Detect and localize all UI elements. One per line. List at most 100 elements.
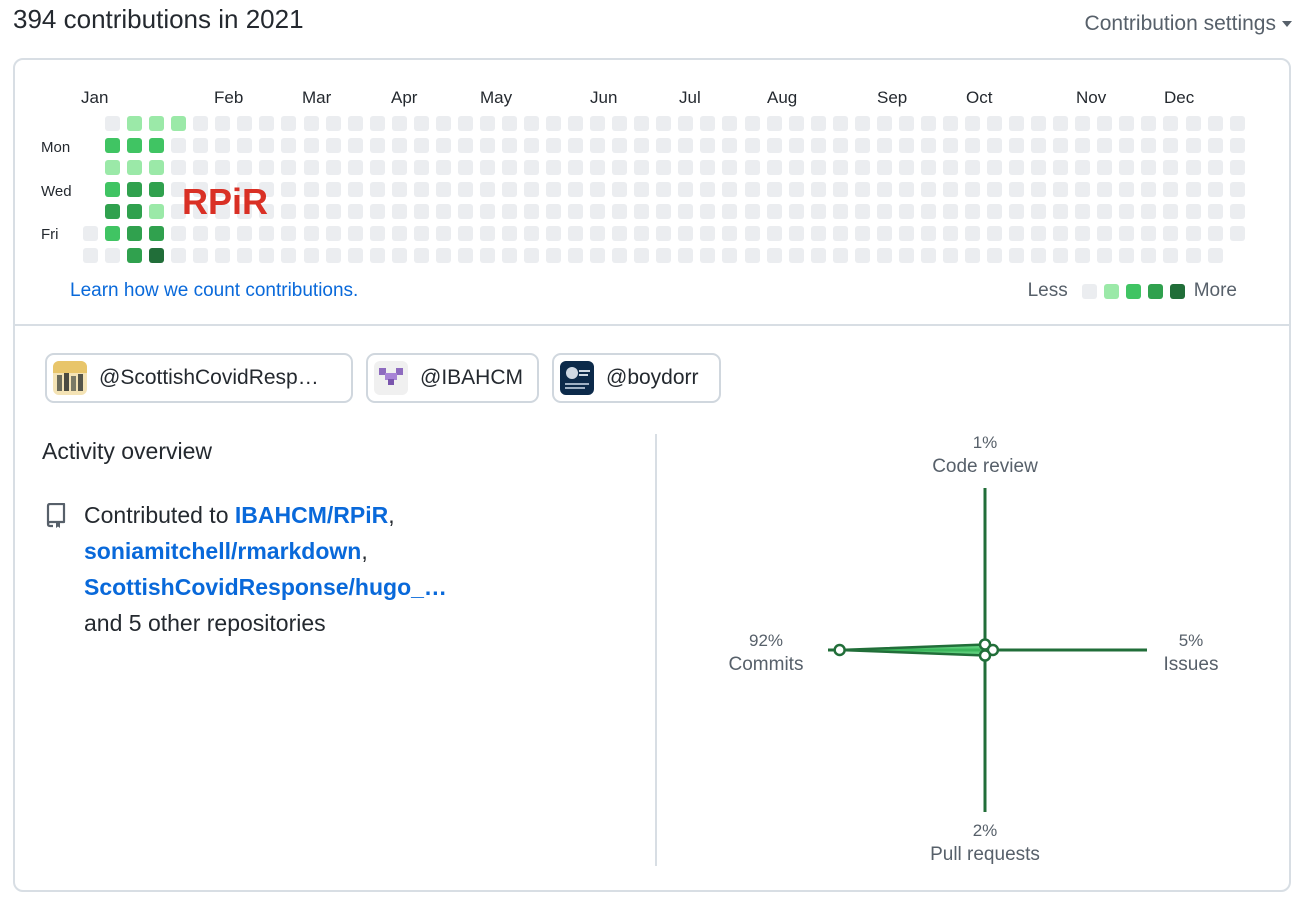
contribution-day-cell[interactable] <box>524 248 539 264</box>
contribution-day-cell[interactable] <box>1185 248 1201 264</box>
contribution-day-cell[interactable] <box>612 226 628 242</box>
contribution-day-cell[interactable] <box>1185 116 1201 131</box>
contribution-day-cell[interactable] <box>1229 116 1245 131</box>
contribution-day-cell[interactable] <box>347 248 363 264</box>
contribution-day-cell[interactable] <box>568 160 584 176</box>
contribution-day-cell[interactable] <box>369 182 385 198</box>
contribution-day-cell[interactable] <box>656 160 672 176</box>
contribution-day-cell[interactable] <box>215 248 231 264</box>
contribution-day-cell[interactable] <box>744 160 760 176</box>
contribution-day-cell[interactable] <box>876 182 892 198</box>
contribution-day-cell[interactable] <box>457 182 473 198</box>
contribution-day-cell[interactable] <box>237 248 253 264</box>
contribution-day-cell[interactable] <box>479 160 495 176</box>
contribution-day-cell[interactable] <box>1163 226 1179 242</box>
contribution-day-cell[interactable] <box>501 248 517 264</box>
contribution-day-cell[interactable] <box>259 160 275 176</box>
contribution-day-cell[interactable] <box>634 248 650 264</box>
contribution-day-cell[interactable] <box>259 226 275 242</box>
contribution-day-cell[interactable] <box>612 160 628 176</box>
contribution-day-cell[interactable] <box>391 204 407 220</box>
contribution-day-cell[interactable] <box>1229 204 1245 220</box>
contribution-day-cell[interactable] <box>1207 182 1223 198</box>
contribution-day-cell[interactable] <box>391 116 407 131</box>
contribution-day-cell[interactable] <box>1075 248 1091 264</box>
contribution-day-cell[interactable] <box>1075 160 1091 176</box>
contribution-day-cell[interactable] <box>127 116 143 131</box>
contribution-day-cell[interactable] <box>215 138 231 154</box>
contribution-day-cell[interactable] <box>590 116 606 131</box>
contribution-day-cell[interactable] <box>149 204 165 220</box>
learn-contributions-link[interactable]: Learn how we count contributions. <box>70 280 358 302</box>
contribution-day-cell[interactable] <box>369 160 385 176</box>
contribution-day-cell[interactable] <box>634 138 650 154</box>
contribution-day-cell[interactable] <box>590 204 606 220</box>
contribution-day-cell[interactable] <box>832 204 848 220</box>
contribution-day-cell[interactable] <box>347 204 363 220</box>
contribution-day-cell[interactable] <box>1119 204 1135 220</box>
contribution-day-cell[interactable] <box>1075 204 1091 220</box>
contribution-day-cell[interactable] <box>546 182 562 198</box>
contribution-day-cell[interactable] <box>1207 138 1223 154</box>
contribution-day-cell[interactable] <box>722 160 738 176</box>
contribution-day-cell[interactable] <box>656 204 672 220</box>
contribution-day-cell[interactable] <box>1141 116 1157 131</box>
contribution-day-cell[interactable] <box>942 138 958 154</box>
contribution-day-cell[interactable] <box>479 116 495 131</box>
contribution-day-cell[interactable] <box>1009 182 1025 198</box>
contribution-day-cell[interactable] <box>501 226 517 242</box>
contribution-day-cell[interactable] <box>1031 226 1047 242</box>
contribution-day-cell[interactable] <box>898 248 914 264</box>
contribution-day-cell[interactable] <box>766 204 782 220</box>
contribution-day-cell[interactable] <box>391 160 407 176</box>
contribution-day-cell[interactable] <box>435 248 451 264</box>
repo-link[interactable]: ScottishCovidResponse/hugo_… <box>84 574 447 600</box>
contribution-day-cell[interactable] <box>1097 138 1113 154</box>
contribution-day-cell[interactable] <box>788 138 804 154</box>
repo-link[interactable]: soniamitchell/rmarkdown <box>84 538 361 564</box>
contribution-day-cell[interactable] <box>413 248 429 264</box>
contribution-day-cell[interactable] <box>369 138 385 154</box>
contribution-day-cell[interactable] <box>1229 226 1245 242</box>
contribution-day-cell[interactable] <box>215 116 231 131</box>
contribution-day-cell[interactable] <box>457 160 473 176</box>
contribution-day-cell[interactable] <box>920 248 936 264</box>
contribution-day-cell[interactable] <box>832 248 848 264</box>
contribution-day-cell[interactable] <box>1031 204 1047 220</box>
contribution-day-cell[interactable] <box>457 138 473 154</box>
contribution-day-cell[interactable] <box>854 226 870 242</box>
contribution-day-cell[interactable] <box>700 204 716 220</box>
contribution-day-cell[interactable] <box>854 204 870 220</box>
contribution-day-cell[interactable] <box>656 116 672 131</box>
contribution-day-cell[interactable] <box>435 204 451 220</box>
org-button-ibahcm[interactable]: @IBAHCM <box>366 353 539 403</box>
contribution-day-cell[interactable] <box>612 116 628 131</box>
contribution-day-cell[interactable] <box>965 248 980 264</box>
contribution-day-cell[interactable] <box>1053 160 1069 176</box>
contribution-day-cell[interactable] <box>501 138 517 154</box>
contribution-day-cell[interactable] <box>105 248 121 264</box>
contribution-day-cell[interactable] <box>303 116 319 131</box>
contribution-day-cell[interactable] <box>832 182 848 198</box>
contribution-day-cell[interactable] <box>105 160 121 176</box>
contribution-day-cell[interactable] <box>1141 160 1157 176</box>
contribution-day-cell[interactable] <box>788 204 804 220</box>
contribution-day-cell[interactable] <box>1009 204 1025 220</box>
contribution-day-cell[interactable] <box>965 160 980 176</box>
contribution-day-cell[interactable] <box>1163 138 1179 154</box>
contribution-day-cell[interactable] <box>634 226 650 242</box>
contribution-day-cell[interactable] <box>193 226 209 242</box>
contribution-day-cell[interactable] <box>1163 182 1179 198</box>
contribution-day-cell[interactable] <box>898 182 914 198</box>
contribution-day-cell[interactable] <box>788 160 804 176</box>
contribution-day-cell[interactable] <box>303 138 319 154</box>
contribution-day-cell[interactable] <box>678 204 694 220</box>
contribution-day-cell[interactable] <box>325 226 341 242</box>
contribution-day-cell[interactable] <box>391 248 407 264</box>
contribution-day-cell[interactable] <box>700 182 716 198</box>
contribution-day-cell[interactable] <box>920 138 936 154</box>
contribution-day-cell[interactable] <box>215 226 231 242</box>
contribution-day-cell[interactable] <box>237 226 253 242</box>
contribution-day-cell[interactable] <box>1207 226 1223 242</box>
contribution-day-cell[interactable] <box>656 248 672 264</box>
